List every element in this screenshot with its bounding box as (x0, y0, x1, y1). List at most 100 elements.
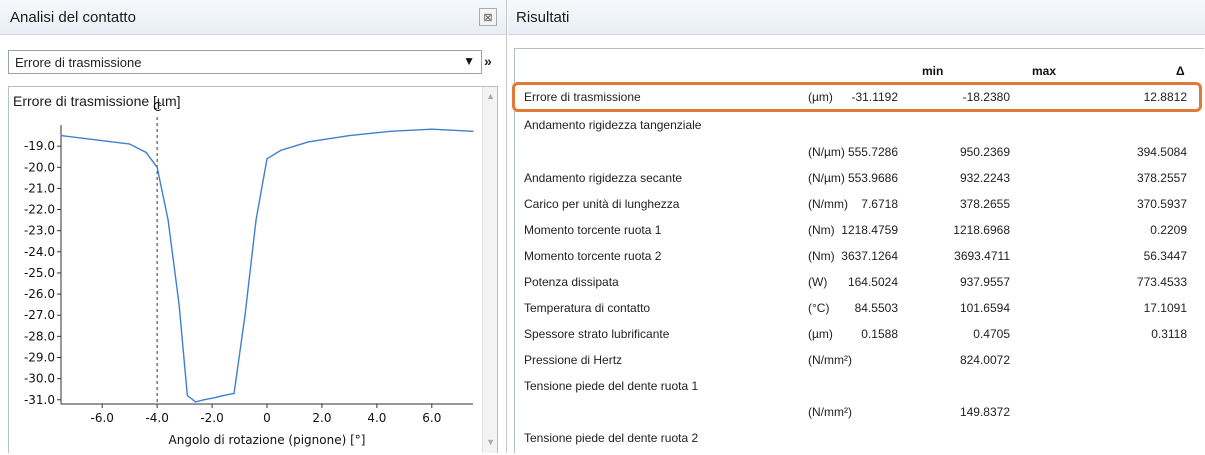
data-point (203, 399, 205, 401)
result-name: Andamento rigidezza tangenziale (524, 118, 702, 132)
result-unit: (N/mm) (808, 197, 848, 211)
result-max: 0.4705 (973, 327, 1010, 341)
data-point (129, 143, 131, 145)
data-point (167, 219, 169, 221)
result-min: 0.1588 (861, 327, 898, 341)
result-unit: (N/mm²) (808, 405, 852, 419)
data-point (178, 304, 180, 306)
result-name: Spessore strato lubrificante (524, 327, 670, 341)
result-name: Andamento rigidezza secante (524, 171, 683, 185)
close-icon[interactable]: ⊠ (479, 8, 497, 26)
table-row[interactable]: Pressione di Hertz (N/mm²) 824.0072 (508, 353, 1205, 377)
y-tick-label: -31.0 (24, 393, 55, 407)
panel-header: Risultati (508, 0, 1205, 35)
result-delta: 378.2557 (1136, 171, 1187, 185)
x-tick-label: 6.0 (422, 411, 441, 425)
table-row[interactable]: Momento torcente ruota 2 (Nm) 3637.1264 369… (508, 249, 1205, 273)
result-max: 937.9557 (959, 275, 1010, 289)
x-tick-label: 0 (263, 411, 271, 425)
data-point (244, 314, 246, 316)
table-row[interactable]: Momento torcente ruota 1 (Nm) 1218.4759 121… (508, 223, 1205, 247)
results-panel: Risultati min max Δ Errore di trasmissio… (508, 0, 1205, 453)
vertical-scrollbar[interactable]: ▲ ▼ (482, 87, 497, 453)
y-tick-label: -29.0 (24, 351, 55, 365)
result-max: 149.8372 (959, 405, 1010, 419)
result-max: 932.2243 (959, 171, 1010, 185)
table-row[interactable]: (N/mm²) 149.8372 (508, 405, 1205, 429)
x-tick-label: -6.0 (90, 411, 113, 425)
result-unit: (W) (808, 275, 828, 289)
result-max: 3693.4711 (954, 249, 1010, 263)
result-delta: 56.3447 (1143, 249, 1187, 263)
result-delta: 17.1091 (1143, 301, 1187, 315)
result-min: 3637.1264 (841, 249, 898, 263)
table-row[interactable]: Spessore strato lubrificante (µm) 0.1588 0.… (508, 327, 1205, 351)
x-axis-label: Angolo di rotazione (pignone) [°] (169, 433, 366, 447)
data-point (390, 130, 392, 132)
result-min: 7.6718 (861, 197, 898, 211)
y-tick-label: -27.0 (24, 308, 55, 322)
table-row[interactable]: (N/µm) 555.7286 950.2369 394.5084 (508, 145, 1205, 169)
data-point (194, 401, 197, 403)
data-point (222, 394, 224, 397)
result-unit: (µm) (808, 327, 833, 341)
analysis-type-value: Errore di trasmissione (15, 55, 142, 70)
result-max: 824.0072 (959, 353, 1010, 367)
data-point (255, 219, 257, 221)
data-point (233, 392, 235, 395)
data-point (186, 394, 188, 397)
result-name: Tensione piede del dente ruota 1 (524, 379, 699, 393)
transmission-error-chart: -19.0 -20.0 -21.0 -22.0 -23.0 -24.0 -25.0 -26.0… (24, 100, 474, 447)
panel-title: Analisi del contatto (10, 9, 136, 26)
table-row[interactable]: Andamento rigidezza tangenziale (508, 118, 1205, 142)
result-min: 1218.4759 (841, 223, 898, 237)
column-header-delta: Δ (1176, 64, 1185, 78)
result-min: 555.7286 (847, 145, 898, 159)
result-max: 101.6594 (959, 301, 1010, 315)
result-unit: (°C) (808, 301, 830, 315)
result-min: 553.9686 (847, 171, 898, 185)
data-point (60, 134, 62, 137)
y-tick-label: -20.0 (24, 160, 55, 174)
y-tick-label: -24.0 (24, 245, 55, 259)
data-point (145, 151, 147, 154)
y-tick-label: -23.0 (24, 224, 55, 238)
result-unit: (Nm) (808, 249, 835, 263)
table-row[interactable]: Tensione piede del dente ruota 1 (508, 379, 1205, 403)
panel-header: Analisi del contatto ⊠ (0, 0, 506, 35)
table-row[interactable]: Carico per unità di lunghezza (N/mm) 7.671… (508, 197, 1205, 221)
column-header-min: min (922, 64, 944, 78)
data-point (307, 141, 309, 143)
table-row[interactable]: Tensione piede del dente ruota 2 (508, 431, 1205, 455)
analysis-type-select[interactable]: Errore di trasmissione ▼ (8, 50, 482, 74)
data-point (348, 134, 350, 137)
result-name: Pressione di Hertz (524, 353, 623, 367)
result-max: 378.2655 (959, 197, 1010, 211)
result-unit: (N/µm) (808, 171, 845, 185)
expand-button[interactable]: » (484, 53, 492, 69)
result-unit: (Nm) (808, 223, 835, 237)
table-row[interactable]: Andamento rigidezza secante (N/µm) 553.968… (508, 171, 1205, 195)
data-point (280, 149, 282, 151)
y-tick-label: -21.0 (24, 181, 55, 195)
table-row[interactable]: Temperatura di contatto (°C) 84.5503 101.65… (508, 301, 1205, 325)
x-tick-label: 2.0 (312, 411, 331, 425)
result-max: 950.2369 (959, 145, 1010, 159)
y-tick-label: -25.0 (24, 266, 55, 280)
result-unit: (N/µm) (808, 145, 845, 159)
scroll-down-icon[interactable]: ▼ (486, 437, 495, 447)
result-min: 164.5024 (847, 275, 898, 289)
data-point (266, 158, 268, 160)
chevron-down-icon[interactable]: ▼ (463, 54, 475, 68)
series-line (60, 128, 474, 403)
result-name: Potenza dissipata (524, 275, 619, 289)
result-max: 1218.6968 (953, 223, 1010, 237)
data-point (156, 166, 158, 168)
table-row[interactable]: Potenza dissipata (W) 164.5024 937.9557 773.… (508, 275, 1205, 299)
panel-title: Risultati (516, 9, 570, 26)
highlight-box (512, 82, 1202, 112)
result-delta: 370.5937 (1136, 197, 1187, 211)
result-delta: 394.5084 (1136, 145, 1187, 159)
scroll-up-icon[interactable]: ▲ (486, 91, 495, 101)
result-delta: 0.2209 (1150, 223, 1187, 237)
